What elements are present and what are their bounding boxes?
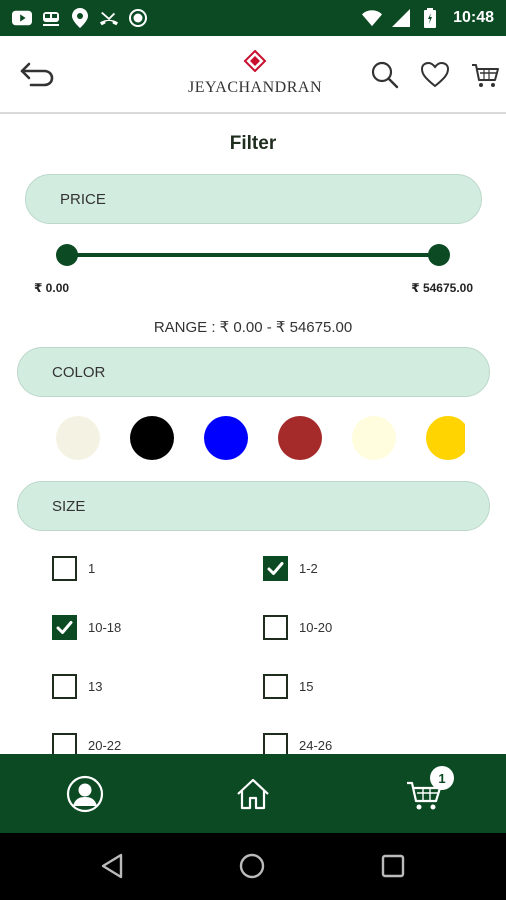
price-slider-min-thumb[interactable]	[56, 244, 78, 266]
circle-home-icon	[239, 853, 265, 879]
price-slider-track[interactable]	[66, 253, 440, 257]
profile-button[interactable]	[65, 774, 105, 814]
signal-icon	[391, 8, 411, 28]
checkbox-checked[interactable]	[52, 615, 77, 640]
wifi-icon	[362, 8, 383, 28]
size-section-header[interactable]: SIZE	[17, 481, 490, 531]
circle-icon	[128, 8, 148, 28]
profile-icon	[66, 775, 104, 813]
price-max-label: ₹ 54675.00	[411, 281, 473, 295]
price-label: PRICE	[60, 190, 106, 208]
home-button[interactable]	[233, 774, 273, 814]
heart-icon	[420, 61, 450, 88]
back-button[interactable]	[18, 58, 56, 90]
search-button[interactable]	[370, 60, 400, 90]
checkbox[interactable]	[263, 674, 288, 699]
train-icon	[41, 8, 61, 28]
color-swatch[interactable]	[426, 416, 465, 460]
checkmark-icon	[56, 621, 73, 634]
color-swatch-list[interactable]	[56, 416, 465, 464]
bottom-nav	[0, 754, 506, 833]
price-slider-max-thumb[interactable]	[428, 244, 450, 266]
size-option-label: 10-20	[299, 620, 333, 635]
size-option-label: 24-26	[299, 738, 333, 753]
system-nav-bar	[0, 833, 506, 900]
price-range-summary: RANGE : ₹ 0.00 - ₹ 54675.00	[153, 319, 353, 336]
status-time: 10:48	[453, 9, 494, 26]
app-bar: JEYACHANDRAN	[0, 36, 506, 114]
size-option-label: 10-18	[88, 620, 122, 635]
checkmark-icon	[267, 562, 284, 575]
square-recents-icon	[381, 854, 405, 878]
size-option[interactable]: 10-18	[52, 615, 121, 640]
color-swatch[interactable]	[352, 416, 396, 460]
brand-logo[interactable]: JEYACHANDRAN	[185, 49, 325, 100]
size-option[interactable]: 15	[263, 674, 313, 699]
price-min-label: ₹ 0.00	[34, 281, 70, 295]
size-option[interactable]: 1-2	[263, 556, 318, 581]
cart-count-badge: 1	[430, 766, 454, 790]
checkbox[interactable]	[52, 674, 77, 699]
youtube-icon	[12, 8, 32, 28]
color-swatch[interactable]	[56, 416, 100, 460]
brand-name: JEYACHANDRAN	[187, 79, 322, 96]
color-swatch[interactable]	[130, 416, 174, 460]
color-section-header[interactable]: COLOR	[17, 347, 490, 397]
color-swatch[interactable]	[204, 416, 248, 460]
battery-icon	[420, 8, 440, 28]
size-option-label: 1-2	[299, 561, 318, 576]
page-title: Filter	[229, 133, 277, 154]
size-option[interactable]: 1	[52, 556, 95, 581]
system-back-button[interactable]	[97, 850, 129, 882]
size-option-label: 20-22	[88, 738, 122, 753]
checkbox[interactable]	[52, 556, 77, 581]
checkbox-checked[interactable]	[263, 556, 288, 581]
size-option[interactable]: 10-20	[263, 615, 332, 640]
system-recents-button[interactable]	[377, 850, 409, 882]
location-pin-icon	[70, 8, 90, 28]
search-icon	[371, 61, 399, 89]
size-label: SIZE	[52, 497, 86, 515]
screen: 10:48 JEYACHANDRAN Filter PRICE ₹ 0.00 ₹…	[0, 0, 506, 900]
home-icon	[237, 778, 269, 810]
size-option[interactable]: 13	[52, 674, 102, 699]
color-label: COLOR	[52, 363, 106, 381]
missed-call-icon	[99, 8, 119, 28]
system-home-button[interactable]	[236, 850, 268, 882]
status-bar: 10:48	[0, 0, 506, 36]
triangle-back-icon	[101, 853, 123, 879]
cart-icon	[472, 64, 499, 87]
header-cart-button[interactable]	[470, 60, 500, 90]
back-arrow-icon	[20, 62, 54, 87]
size-option-label: 15	[299, 679, 314, 694]
price-section-header[interactable]: PRICE	[25, 174, 482, 224]
color-swatch[interactable]	[278, 416, 322, 460]
wishlist-button[interactable]	[420, 60, 450, 90]
diamond-logo-icon	[243, 49, 267, 73]
size-option-label: 1	[88, 561, 96, 576]
size-option-label: 13	[88, 679, 103, 694]
checkbox[interactable]	[263, 615, 288, 640]
